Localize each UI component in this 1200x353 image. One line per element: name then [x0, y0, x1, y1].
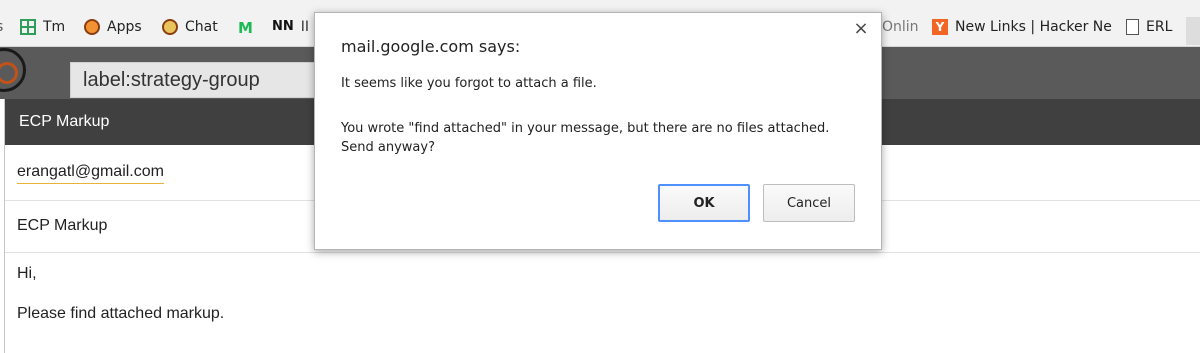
bookmark-label: Tm [43, 19, 66, 35]
confirm-dialog: × mail.google.com says: It seems like yo… [314, 12, 882, 250]
bookmark-label: II [300, 19, 310, 35]
bookmark-tm[interactable]: Tm [20, 17, 65, 37]
search-input[interactable] [71, 63, 319, 97]
sheets-icon [20, 19, 36, 35]
close-icon[interactable]: × [853, 20, 869, 38]
document-icon [1126, 19, 1139, 35]
bookmark-label: Apps [107, 19, 142, 35]
ok-button[interactable]: OK [658, 184, 750, 222]
chat-icon [162, 19, 178, 35]
apps-icon [84, 19, 100, 35]
dialog-message: It seems like you forgot to attach a fil… [341, 76, 597, 91]
search-box[interactable] [70, 62, 320, 98]
dialog-title: mail.google.com says: [341, 37, 521, 56]
bookmark-label: New Links | Hacker Ne [955, 19, 1112, 35]
bookmark-hacker-news[interactable]: Y New Links | Hacker Ne [932, 17, 1112, 37]
body-line: Please find attached markup. [17, 305, 225, 322]
bookmark-apps[interactable]: Apps [84, 17, 142, 37]
cancel-button[interactable]: Cancel [763, 184, 855, 222]
bookmarks-top-strip [0, 0, 1200, 6]
bookmark-cutoff[interactable]: s [0, 17, 3, 37]
bookmark-online[interactable]: Onlin [882, 17, 919, 37]
bookmark-medium[interactable]: M [238, 17, 260, 37]
bookmark-label: ERL [1146, 19, 1173, 35]
subject-text: ECP Markup [17, 217, 108, 234]
body-line: Hi, [17, 265, 37, 282]
bookmark-erl[interactable]: ERL [1126, 17, 1172, 37]
message-body[interactable]: Hi, Please find attached markup. [17, 265, 224, 345]
bookmark-label: Onlin [882, 19, 919, 35]
bookmark-nn[interactable]: NN II [272, 17, 309, 37]
medium-icon: M [238, 19, 253, 37]
nn-icon: NN [272, 19, 294, 34]
bookmark-label: Chat [185, 19, 218, 35]
bookmark-chat[interactable]: Chat [162, 17, 218, 37]
bookmarks-overflow[interactable] [1186, 17, 1200, 45]
hacker-news-icon: Y [932, 19, 948, 35]
dialog-detail: You wrote "find attached" in your messag… [341, 121, 830, 155]
recipient-chip[interactable]: erangatl@gmail.com [17, 163, 164, 184]
